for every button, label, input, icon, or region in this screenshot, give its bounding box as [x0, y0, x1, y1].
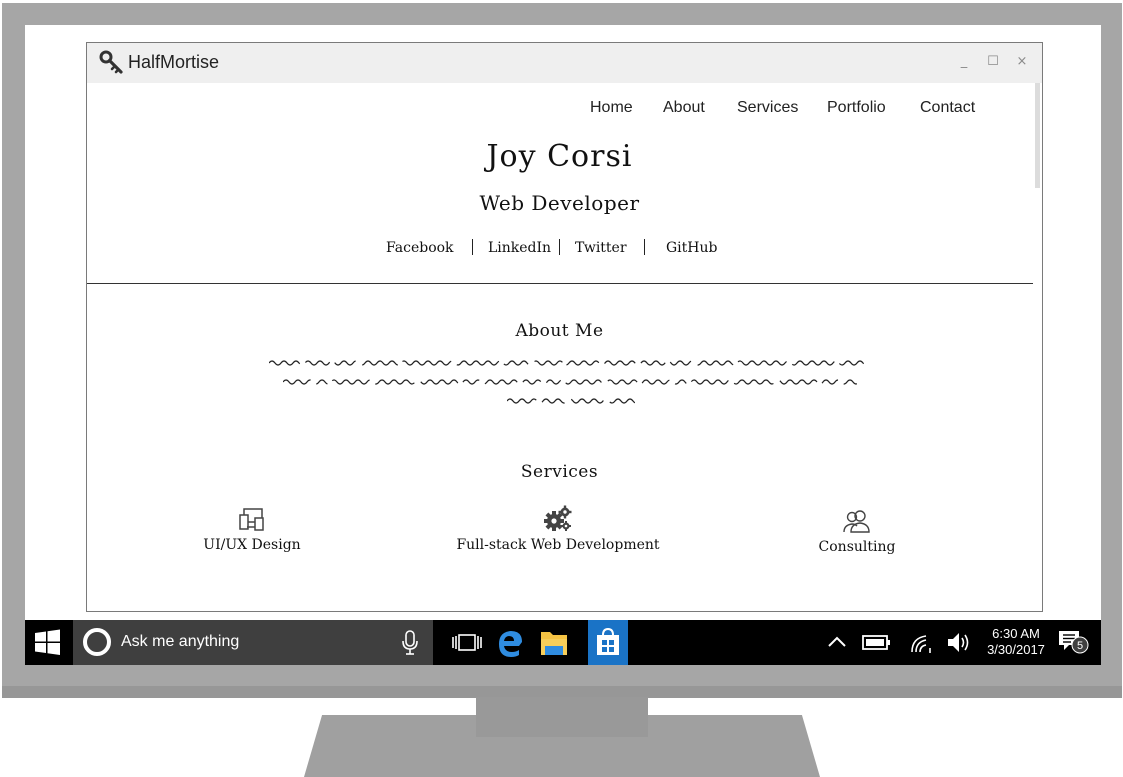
scrollbar-thumb[interactable]: [1035, 83, 1040, 188]
devices-icon: [239, 508, 264, 531]
microphone-icon[interactable]: [401, 630, 419, 656]
clock-time: 6:30 AM: [992, 626, 1040, 641]
wifi-icon[interactable]: [908, 620, 936, 665]
action-center-icon[interactable]: 5: [1055, 620, 1095, 665]
service-item-consulting: Consulting: [727, 509, 987, 555]
windows-start-button[interactable]: [25, 620, 70, 665]
people-icon: [843, 510, 870, 533]
key-icon: [99, 50, 123, 74]
store-icon[interactable]: [588, 620, 628, 665]
edge-browser-icon[interactable]: [495, 620, 525, 665]
minimize-button[interactable]: _: [955, 53, 973, 71]
placeholder-text-line: [283, 379, 857, 385]
maximize-button[interactable]: ☐: [984, 53, 1002, 71]
service-item-uiux: UI/UX Design: [122, 507, 382, 553]
social-separator: [472, 239, 473, 255]
gears-icon: [544, 505, 572, 531]
service-label: Consulting: [818, 539, 896, 555]
profile-name: Joy Corsi: [486, 139, 633, 174]
nav-portfolio[interactable]: Portfolio: [827, 99, 886, 117]
service-label: UI/UX Design: [203, 537, 301, 553]
close-button[interactable]: ×: [1013, 53, 1031, 71]
battery-icon[interactable]: [860, 620, 892, 665]
search-box[interactable]: Ask me anything: [73, 620, 433, 665]
chevron-up-icon[interactable]: [825, 620, 849, 665]
social-separator: [644, 239, 645, 255]
nav-about[interactable]: About: [663, 99, 705, 117]
placeholder-text-line: [507, 398, 635, 404]
social-link-twitter[interactable]: Twitter: [575, 240, 627, 256]
nav-home[interactable]: Home: [590, 99, 633, 117]
about-heading: About Me: [515, 321, 604, 341]
social-separator: [559, 239, 560, 255]
social-link-facebook[interactable]: Facebook: [386, 240, 454, 256]
services-heading: Services: [520, 462, 599, 482]
clock-date: 3/30/2017: [987, 642, 1045, 657]
taskbar: Ask me anything 6:30 AM 3/30/2017 5: [25, 620, 1101, 665]
nav-contact[interactable]: Contact: [920, 99, 975, 117]
search-placeholder: Ask me anything: [121, 633, 240, 650]
screen: HalfMortise _ ☐ × Home About Services Po…: [25, 25, 1101, 665]
title-bar[interactable]: HalfMortise _ ☐ ×: [87, 43, 1042, 83]
placeholder-text-line: [269, 360, 867, 366]
task-view-icon[interactable]: [447, 620, 487, 665]
nav-services[interactable]: Services: [737, 99, 798, 117]
window-title: HalfMortise: [128, 52, 220, 72]
service-item-fullstack: Full-stack Web Development: [428, 505, 688, 553]
profile-role: Web Developer: [479, 191, 640, 215]
cortana-icon[interactable]: [83, 628, 111, 656]
volume-icon[interactable]: [945, 620, 973, 665]
header-divider: [87, 283, 1033, 284]
file-explorer-icon[interactable]: [537, 620, 571, 665]
social-link-linkedin[interactable]: LinkedIn: [488, 240, 551, 256]
notification-count: 5: [1077, 640, 1083, 652]
system-clock[interactable]: 6:30 AM 3/30/2017: [980, 626, 1052, 658]
monitor-stand-neck: [476, 697, 648, 737]
social-link-github[interactable]: GitHub: [666, 240, 717, 256]
service-label: Full-stack Web Development: [456, 537, 660, 553]
page-content: Home About Services Portfolio Contact Jo…: [87, 83, 1042, 611]
browser-window: HalfMortise _ ☐ × Home About Services Po…: [86, 42, 1043, 612]
